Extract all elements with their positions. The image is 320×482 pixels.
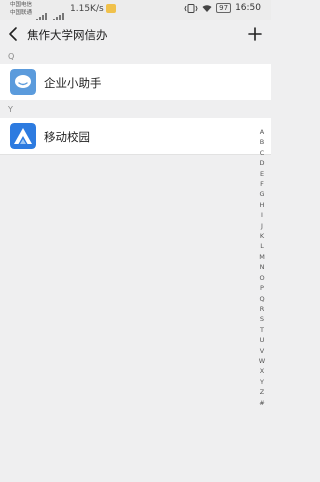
add-button[interactable]	[245, 23, 265, 45]
alphabet-index-letter[interactable]: N	[260, 262, 265, 272]
section-label-q: Q	[8, 52, 15, 61]
mountain-a-icon	[10, 123, 36, 149]
alphabet-index-letter[interactable]: O	[259, 273, 264, 283]
alphabet-index-letter[interactable]: L	[260, 241, 264, 251]
alphabet-index-letter[interactable]: F	[260, 179, 264, 189]
alphabet-index-letter[interactable]: S	[260, 314, 264, 324]
battery-icon: 97	[216, 3, 232, 13]
back-button[interactable]	[4, 23, 24, 45]
net-speed: 1.15K/s	[70, 4, 104, 14]
alphabet-index-letter[interactable]: P	[260, 283, 264, 293]
alphabet-index-letter[interactable]: Y	[260, 377, 264, 387]
list-item-label: 企业小助手	[44, 76, 102, 90]
app-header: 焦作大学网信办	[0, 20, 271, 50]
page-title: 焦作大学网信办	[27, 28, 108, 42]
divider	[0, 154, 271, 155]
alphabet-index-letter[interactable]: W	[259, 356, 265, 366]
vibrate-icon	[184, 3, 198, 13]
alphabet-index-letter[interactable]: I	[261, 210, 263, 220]
list-item-enterprise-assistant[interactable]: 企业小助手	[0, 64, 271, 100]
alphabet-index[interactable]: A B C D E F G H I J K L M N O P Q R S T U V W X Y Z #	[257, 127, 267, 408]
chevron-left-icon	[9, 27, 17, 41]
alphabet-index-letter[interactable]: E	[260, 169, 264, 179]
alphabet-index-letter[interactable]: G	[259, 189, 264, 199]
carrier-1: 中国电信	[10, 2, 33, 8]
alphabet-index-letter[interactable]: A	[260, 127, 264, 137]
alphabet-index-letter[interactable]: T	[260, 325, 264, 335]
alphabet-index-letter[interactable]: Z	[260, 387, 264, 397]
alphabet-index-letter[interactable]: U	[260, 335, 265, 345]
carrier-2: 中国联通	[10, 10, 33, 16]
alphabet-index-letter[interactable]: C	[260, 148, 265, 158]
alphabet-index-letter[interactable]: Q	[259, 294, 264, 304]
alphabet-index-letter[interactable]: #	[259, 398, 264, 408]
status-bar: 中国电信 中国联通 1.15K/s 97 16:50	[0, 0, 271, 22]
alphabet-index-letter[interactable]: H	[260, 200, 265, 210]
chat-bubble-icon	[10, 69, 36, 95]
alphabet-index-letter[interactable]: B	[260, 137, 264, 147]
plus-icon	[248, 27, 262, 41]
notification-icon	[106, 4, 116, 13]
clock: 16:50	[235, 3, 261, 13]
section-label-y: Y	[8, 105, 13, 114]
alphabet-index-letter[interactable]: M	[259, 252, 265, 262]
alphabet-index-letter[interactable]: D	[259, 158, 264, 168]
alphabet-index-letter[interactable]: X	[260, 366, 264, 376]
alphabet-index-letter[interactable]: J	[261, 221, 263, 231]
carrier-info: 中国电信 中国联通	[10, 1, 32, 17]
status-right: 97 16:50	[184, 3, 261, 13]
list-item-mobile-campus[interactable]: 移动校园	[0, 118, 271, 154]
alphabet-index-letter[interactable]: K	[260, 231, 264, 241]
alphabet-index-letter[interactable]: R	[260, 304, 265, 314]
wifi-icon	[202, 4, 212, 12]
alphabet-index-letter[interactable]: V	[260, 346, 264, 356]
list-item-label: 移动校园	[44, 130, 90, 144]
